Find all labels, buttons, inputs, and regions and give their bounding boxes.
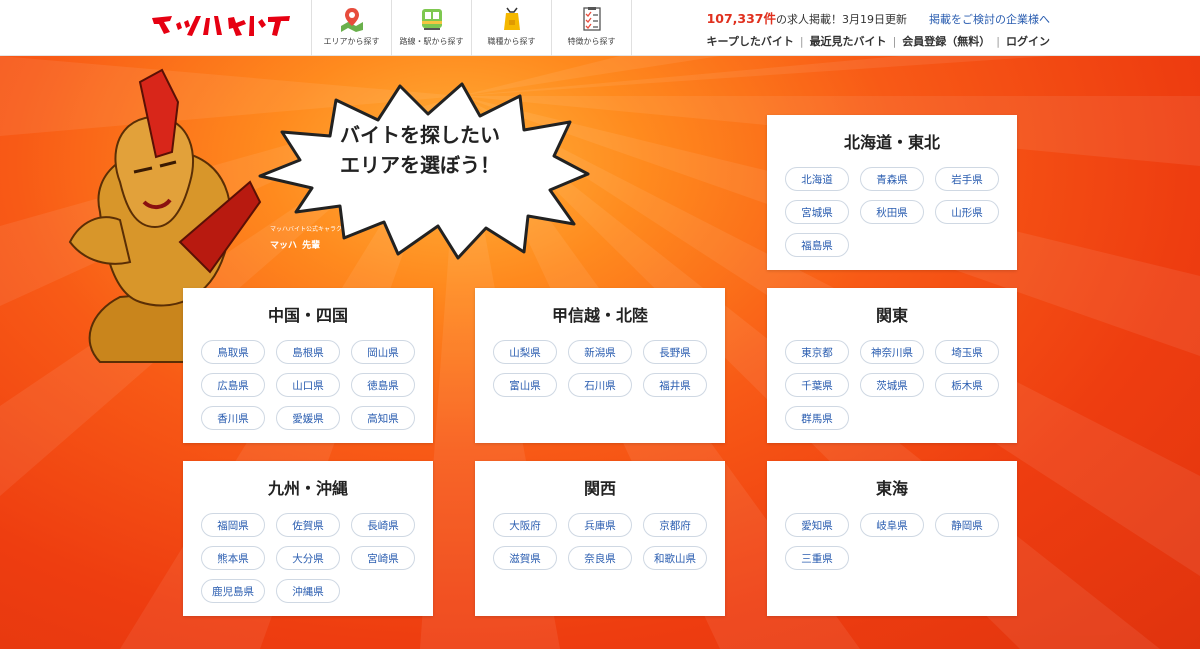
- prefecture-button[interactable]: 鹿児島県: [201, 579, 265, 603]
- prefecture-button[interactable]: 茨城県: [860, 373, 924, 397]
- bubble-line-1: バイトを探したい: [340, 123, 500, 147]
- nav-area-label: エリアから探す: [323, 37, 380, 46]
- train-icon: [421, 9, 442, 30]
- prefecture-button[interactable]: 岡山県: [351, 340, 415, 364]
- prefecture-button[interactable]: 宮崎県: [351, 546, 415, 570]
- prefecture-button[interactable]: 秋田県: [860, 200, 924, 224]
- prefecture-button[interactable]: 徳島県: [351, 373, 415, 397]
- recent-jobs-link[interactable]: 最近見たバイト: [804, 35, 893, 48]
- nav-area-search[interactable]: エリアから探す: [312, 0, 392, 56]
- prefecture-button[interactable]: 山梨県: [493, 340, 557, 364]
- search-nav: エリアから探す 路線・駅から探す 職種から探す 特徴から探す: [311, 0, 632, 56]
- region-title: 関東: [875, 306, 908, 325]
- prefecture-list: 大阪府 兵庫県 京都府 滋賀県 奈良県 和歌山県: [475, 513, 725, 579]
- prefecture-button[interactable]: 沖縄県: [276, 579, 340, 603]
- site-logo[interactable]: [150, 10, 292, 40]
- area-select-hero: マッハバイト公式キャラクター マッハ 先輩 バイトを探したい エリアを選ぼう！ …: [0, 56, 1200, 649]
- prefecture-button[interactable]: 静岡県: [935, 513, 999, 537]
- prefecture-button[interactable]: 千葉県: [785, 373, 849, 397]
- region-card-kansai: 関西 大阪府 兵庫県 京都府 滋賀県 奈良県 和歌山県: [475, 461, 725, 616]
- prefecture-button[interactable]: 佐賀県: [276, 513, 340, 537]
- prefecture-button[interactable]: 山形県: [935, 200, 999, 224]
- region-title: 関西: [583, 479, 616, 498]
- update-info: の求人掲載！3月19日更新: [776, 13, 907, 26]
- apron-icon: [503, 7, 520, 30]
- prefecture-button[interactable]: 神奈川県: [860, 340, 924, 364]
- prefecture-button[interactable]: 山口県: [276, 373, 340, 397]
- prefecture-button[interactable]: 群馬県: [785, 406, 849, 430]
- kept-jobs-link[interactable]: キープしたバイト: [701, 35, 800, 48]
- employer-link[interactable]: 掲載をご検討の企業様へ: [929, 13, 1050, 26]
- prefecture-list: 北海道 青森県 岩手県 宮城県 秋田県 山形県 福島県: [767, 167, 1017, 266]
- nav-job-search[interactable]: 職種から探す: [472, 0, 552, 56]
- checklist-icon: [582, 7, 601, 31]
- prefecture-button[interactable]: 大阪府: [493, 513, 557, 537]
- prefecture-button[interactable]: 福岡県: [201, 513, 265, 537]
- bubble-line-2: エリアを選ぼう！: [340, 153, 500, 177]
- prefecture-button[interactable]: 島根県: [276, 340, 340, 364]
- region-title: 東海: [875, 479, 908, 498]
- prefecture-button[interactable]: 福井県: [643, 373, 707, 397]
- prefecture-button[interactable]: 和歌山県: [643, 546, 707, 570]
- region-card-tokai: 東海 愛知県 岐阜県 静岡県 三重県: [767, 461, 1017, 616]
- region-title: 北海道・東北: [843, 133, 940, 152]
- prefecture-button[interactable]: 福島県: [785, 233, 849, 257]
- prefecture-button[interactable]: 石川県: [568, 373, 632, 397]
- region-card-koshinetsu-hokuriku: 甲信越・北陸 山梨県 新潟県 長野県 富山県 石川県 福井県: [475, 288, 725, 443]
- login-link[interactable]: ログイン: [1000, 35, 1050, 48]
- divider: |: [799, 35, 804, 48]
- register-link[interactable]: 会員登録（無料）: [896, 35, 996, 48]
- nav-job-label: 職種から探す: [487, 37, 536, 46]
- prefecture-button[interactable]: 長崎県: [351, 513, 415, 537]
- region-card-hokkaido-tohoku: 北海道・東北 北海道 青森県 岩手県 宮城県 秋田県 山形県 福島県: [767, 115, 1017, 270]
- prefecture-button[interactable]: 鳥取県: [201, 340, 265, 364]
- header-utility: 107,337件の求人掲載！3月19日更新 掲載をご検討の企業様へ キープしたバイ…: [701, 8, 1051, 49]
- nav-station-label: 路線・駅から探す: [399, 37, 464, 46]
- region-card-kanto: 関東 東京都 神奈川県 埼玉県 千葉県 茨城県 栃木県 群馬県: [767, 288, 1017, 443]
- speech-bubble-text: バイトを探したい エリアを選ぼう！: [300, 120, 540, 180]
- prefecture-list: 愛知県 岐阜県 静岡県 三重県: [767, 513, 1017, 579]
- region-card-kyushu-okinawa: 九州・沖縄 福岡県 佐賀県 長崎県 熊本県 大分県 宮崎県 鹿児島県 沖縄県: [183, 461, 433, 616]
- prefecture-button[interactable]: 富山県: [493, 373, 557, 397]
- region-title: 九州・沖縄: [267, 479, 348, 498]
- prefecture-button[interactable]: 三重県: [785, 546, 849, 570]
- prefecture-button[interactable]: 滋賀県: [493, 546, 557, 570]
- prefecture-button[interactable]: 愛知県: [785, 513, 849, 537]
- prefecture-button[interactable]: 愛媛県: [276, 406, 340, 430]
- prefecture-button[interactable]: 香川県: [201, 406, 265, 430]
- prefecture-button[interactable]: 広島県: [201, 373, 265, 397]
- prefecture-button[interactable]: 京都府: [643, 513, 707, 537]
- prefecture-button[interactable]: 高知県: [351, 406, 415, 430]
- prefecture-list: 東京都 神奈川県 埼玉県 千葉県 茨城県 栃木県 群馬県: [767, 340, 1017, 439]
- region-card-chugoku-shikoku: 中国・四国 鳥取県 島根県 岡山県 広島県 山口県 徳島県 香川県 愛媛県 高知…: [183, 288, 433, 443]
- nav-feature-search[interactable]: 特徴から探す: [552, 0, 632, 56]
- prefecture-list: 山梨県 新潟県 長野県 富山県 石川県 福井県: [475, 340, 725, 406]
- prefecture-button[interactable]: 長野県: [643, 340, 707, 364]
- prefecture-button[interactable]: 熊本県: [201, 546, 265, 570]
- prefecture-button[interactable]: 埼玉県: [935, 340, 999, 364]
- site-header: エリアから探す 路線・駅から探す 職種から探す 特徴から探す 107,337件の…: [0, 0, 1200, 56]
- nav-station-search[interactable]: 路線・駅から探す: [392, 0, 472, 56]
- prefecture-button[interactable]: 青森県: [860, 167, 924, 191]
- job-count: 107,337件: [706, 11, 776, 26]
- prefecture-button[interactable]: 奈良県: [568, 546, 632, 570]
- prefecture-button[interactable]: 岐阜県: [860, 513, 924, 537]
- region-title: 中国・四国: [267, 306, 348, 325]
- prefecture-list: 福岡県 佐賀県 長崎県 熊本県 大分県 宮崎県 鹿児島県 沖縄県: [183, 513, 433, 612]
- prefecture-button[interactable]: 栃木県: [935, 373, 999, 397]
- prefecture-button[interactable]: 兵庫県: [568, 513, 632, 537]
- prefecture-button[interactable]: 大分県: [276, 546, 340, 570]
- nav-feature-label: 特徴から探す: [567, 37, 616, 46]
- prefecture-button[interactable]: 新潟県: [568, 340, 632, 364]
- prefecture-button[interactable]: 宮城県: [785, 200, 849, 224]
- region-title: 甲信越・北陸: [551, 306, 648, 325]
- prefecture-button[interactable]: 東京都: [785, 340, 849, 364]
- prefecture-button[interactable]: 北海道: [785, 167, 849, 191]
- map-pin-icon: [340, 8, 363, 32]
- prefecture-button[interactable]: 岩手県: [935, 167, 999, 191]
- prefecture-list: 鳥取県 島根県 岡山県 広島県 山口県 徳島県 香川県 愛媛県 高知県: [183, 340, 433, 439]
